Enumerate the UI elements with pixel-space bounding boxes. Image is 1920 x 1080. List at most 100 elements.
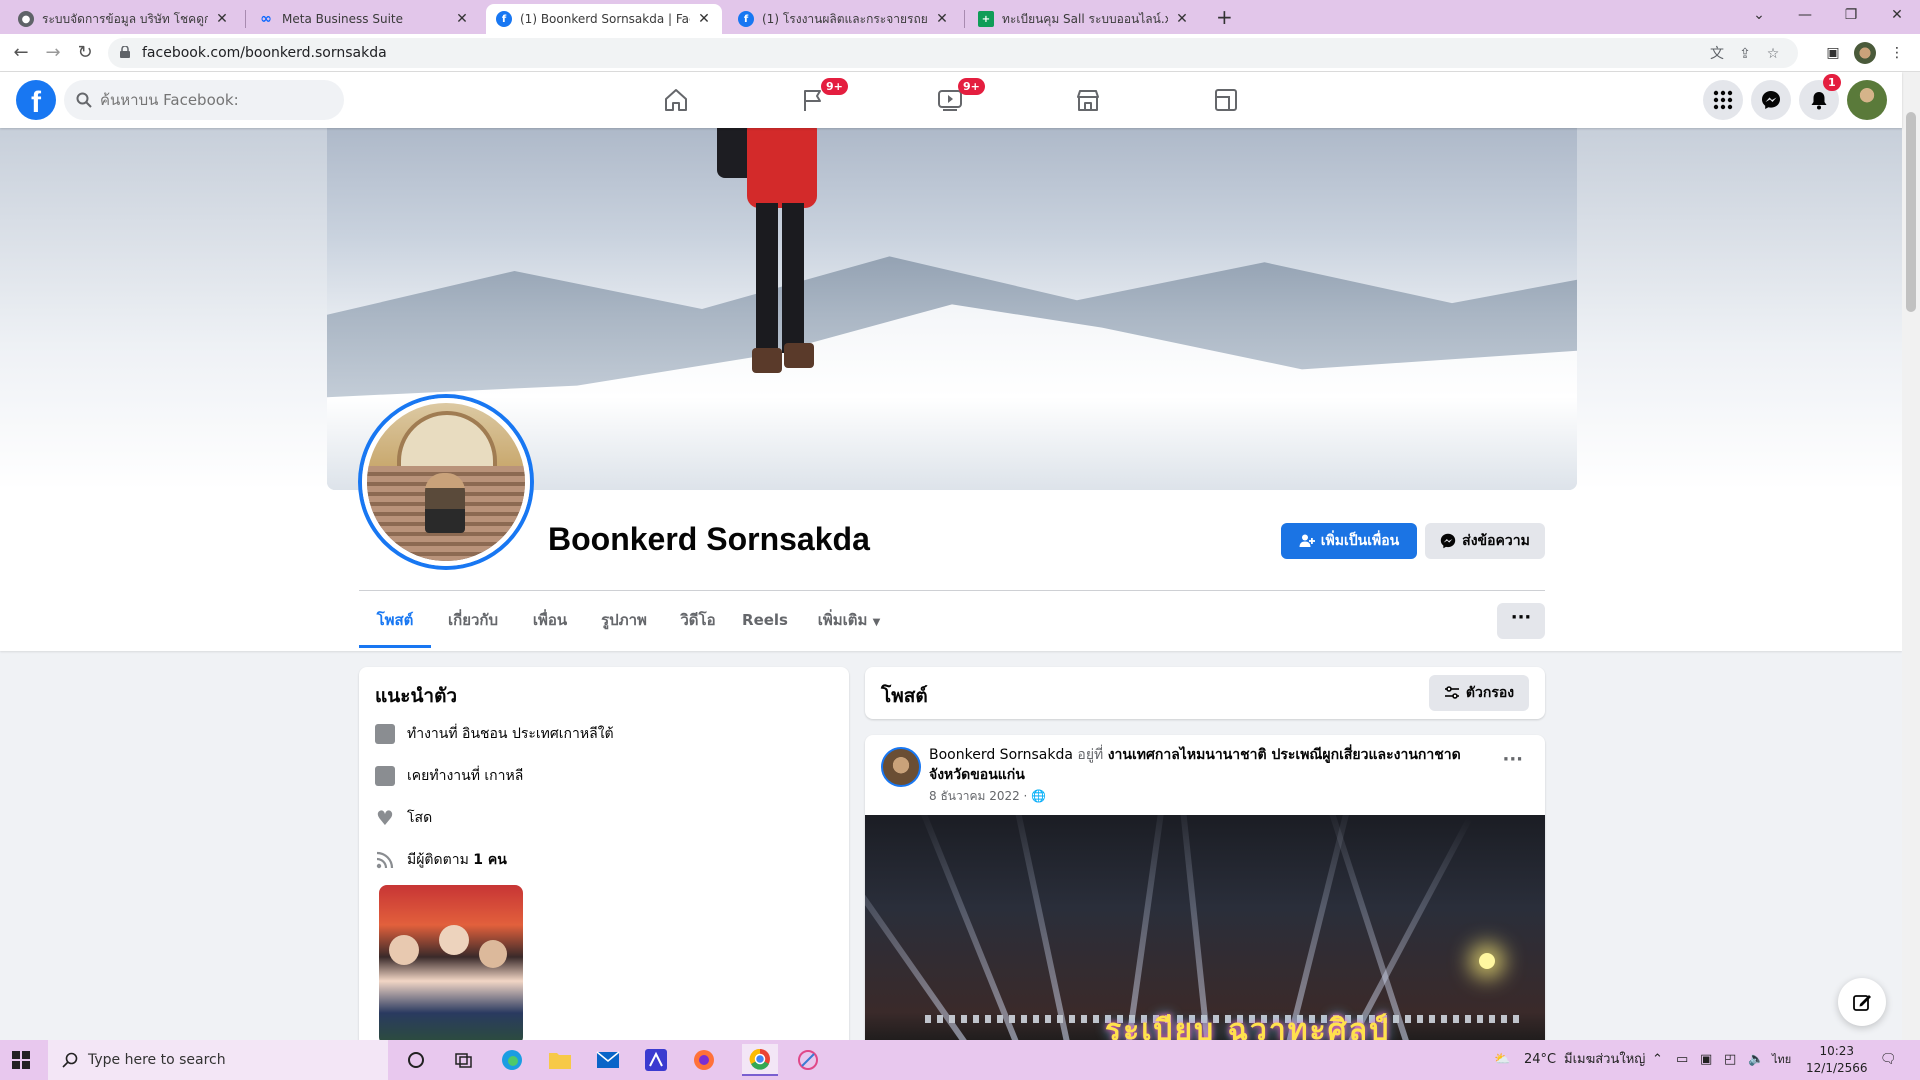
close-tab-icon[interactable]: ✕ bbox=[696, 11, 712, 27]
browser-tab[interactable]: + ทะเบียนคุม Sall ระบบออนไลน์.xlsx - G ✕ bbox=[968, 4, 1200, 34]
nav-home[interactable] bbox=[620, 72, 732, 128]
minimize-button[interactable]: — bbox=[1782, 0, 1828, 32]
profile-picture[interactable] bbox=[362, 398, 530, 566]
weather-temp[interactable]: 24°C bbox=[1524, 1040, 1556, 1080]
cortana-icon[interactable] bbox=[398, 1044, 434, 1076]
new-message-button[interactable] bbox=[1838, 978, 1886, 1026]
maximize-button[interactable]: ❐ bbox=[1828, 0, 1874, 32]
messenger-icon bbox=[1762, 91, 1780, 109]
message-button[interactable]: ส่งข้อความ bbox=[1425, 523, 1545, 559]
facebook-logo[interactable]: f bbox=[16, 80, 56, 120]
tab-more[interactable]: เพิ่มเติม ▼ bbox=[806, 592, 892, 648]
app-icon[interactable] bbox=[638, 1044, 674, 1076]
snipping-tool-icon[interactable] bbox=[790, 1044, 826, 1076]
app-tray-icon[interactable]: ▣ bbox=[1700, 1040, 1712, 1080]
sheets-icon: + bbox=[978, 11, 994, 27]
heart-icon: ♥ bbox=[376, 806, 394, 830]
browser-tab[interactable]: ∞ Meta Business Suite ✕ bbox=[248, 4, 480, 34]
facebook-icon: f bbox=[738, 11, 754, 27]
watch-badge: 9+ bbox=[958, 78, 985, 95]
intro-card: แนะนำตัว ทำงานที่ อินชอน ประเทศเกาหลีใต้… bbox=[359, 667, 849, 1057]
post-image[interactable]: ระเบียบ ฉวาทะศิลป์ bbox=[865, 815, 1545, 1047]
close-tab-icon[interactable]: ✕ bbox=[454, 11, 470, 27]
side-panel-icon[interactable]: ▣ bbox=[1822, 42, 1844, 64]
browser-tab[interactable]: f (1) โรงงานผลิตและกระจายรถยนต์ไอนั ✕ bbox=[728, 4, 960, 34]
close-tab-icon[interactable]: ✕ bbox=[1174, 11, 1190, 27]
back-button[interactable]: ← bbox=[8, 40, 34, 66]
nav-gaming[interactable] bbox=[1170, 72, 1282, 128]
network-icon[interactable]: ◰ bbox=[1724, 1040, 1736, 1080]
nav-pages[interactable]: 9+ bbox=[757, 72, 869, 128]
forward-button[interactable]: → bbox=[40, 40, 66, 66]
messenger-button[interactable] bbox=[1751, 80, 1791, 120]
reload-button[interactable]: ↻ bbox=[72, 40, 98, 66]
firefox-icon[interactable] bbox=[686, 1044, 722, 1076]
briefcase-icon bbox=[375, 724, 395, 744]
post-author-name[interactable]: Boonkerd Sornsakda bbox=[929, 747, 1073, 763]
nav-watch[interactable]: 9+ bbox=[894, 72, 1006, 128]
tab-posts[interactable]: โพสต์ bbox=[359, 592, 431, 648]
featured-photo[interactable] bbox=[379, 885, 523, 1045]
address-bar[interactable]: facebook.com/boonkerd.sornsakda 文 ⇪ ☆ bbox=[108, 38, 1798, 68]
nav-marketplace[interactable] bbox=[1032, 72, 1144, 128]
tab-friends[interactable]: เพื่อน bbox=[522, 592, 578, 648]
file-explorer-icon[interactable] bbox=[542, 1044, 578, 1076]
weather-desc[interactable]: มีเมฆส่วนใหญ่ bbox=[1564, 1040, 1645, 1080]
chevron-up-icon[interactable]: ⌃ bbox=[1652, 1040, 1663, 1080]
browser-tab-active[interactable]: f (1) Boonkerd Sornsakda | Faceboo ✕ bbox=[486, 4, 722, 34]
scrollbar-thumb[interactable] bbox=[1906, 112, 1916, 312]
bookmark-star-icon[interactable]: ☆ bbox=[1764, 45, 1782, 63]
browser-tab-strip: ● ระบบจัดการข้อมูล บริษัท โชคดูกลีอต ✕ ∞… bbox=[0, 0, 1920, 34]
page-scrollbar[interactable] bbox=[1902, 72, 1920, 1040]
taskbar-search[interactable]: Type here to search bbox=[48, 1040, 388, 1080]
filter-button[interactable]: ตัวกรอง bbox=[1429, 675, 1529, 711]
profile-avatar-icon[interactable] bbox=[1854, 42, 1876, 64]
close-window-button[interactable]: ✕ bbox=[1874, 0, 1920, 32]
notifications-button[interactable]: 1 bbox=[1799, 74, 1841, 120]
filter-icon bbox=[1444, 686, 1459, 699]
post-date[interactable]: 8 ธันวาคม 2022 · 🌐 bbox=[929, 787, 1046, 806]
translate-icon[interactable]: 文 bbox=[1708, 45, 1726, 63]
meet-now-icon[interactable]: ▭ bbox=[1676, 1040, 1688, 1080]
tab-about[interactable]: เกี่ยวกับ bbox=[440, 592, 506, 648]
volume-icon[interactable]: 🔈 bbox=[1748, 1040, 1764, 1080]
post-card: Boonkerd Sornsakda อยู่ที่ งานเทศกาลไหมน… bbox=[865, 735, 1545, 1055]
notification-center-icon[interactable]: 🗨 bbox=[1880, 1040, 1897, 1080]
input-language[interactable]: ไทย bbox=[1772, 1040, 1791, 1080]
profile-name: Boonkerd Sornsakda bbox=[548, 521, 870, 557]
tab-reels[interactable]: Reels bbox=[740, 592, 790, 648]
menu-button[interactable] bbox=[1703, 80, 1743, 120]
post-author-avatar[interactable] bbox=[881, 747, 921, 787]
intro-item-work: ทำงานที่ อินชอน ประเทศเกาหลีใต้ bbox=[375, 723, 614, 745]
task-view-icon[interactable] bbox=[446, 1044, 482, 1076]
posts-title: โพสต์ bbox=[881, 685, 928, 707]
facebook-search[interactable] bbox=[64, 80, 344, 120]
add-friend-icon bbox=[1299, 534, 1315, 547]
search-input[interactable] bbox=[100, 80, 336, 120]
tab-photos[interactable]: รูปภาพ bbox=[592, 592, 656, 648]
search-icon bbox=[62, 1052, 78, 1068]
add-friend-button[interactable]: เพิ่มเป็นเพื่อน bbox=[1281, 523, 1417, 559]
new-tab-button[interactable]: + bbox=[1216, 5, 1233, 29]
tab-search-icon[interactable]: ⌄ bbox=[1736, 0, 1782, 32]
tab-separator bbox=[245, 10, 246, 28]
edge-icon[interactable] bbox=[494, 1044, 530, 1076]
intro-item-followers[interactable]: มีผู้ติดตาม 1 คน bbox=[375, 849, 507, 871]
close-tab-icon[interactable]: ✕ bbox=[934, 11, 950, 27]
share-icon[interactable]: ⇪ bbox=[1736, 45, 1754, 63]
post-options-icon[interactable]: ··· bbox=[1502, 749, 1523, 770]
close-tab-icon[interactable]: ✕ bbox=[214, 11, 230, 27]
tab-videos[interactable]: วิดีโอ bbox=[672, 592, 724, 648]
post-header: Boonkerd Sornsakda อยู่ที่ งานเทศกาลไหมน… bbox=[929, 747, 1461, 783]
profile-more-button[interactable]: ··· bbox=[1497, 603, 1545, 639]
chrome-icon[interactable] bbox=[742, 1044, 778, 1076]
weather-icon[interactable]: ⛅ bbox=[1494, 1040, 1510, 1080]
account-avatar[interactable] bbox=[1847, 80, 1887, 120]
browser-tab[interactable]: ● ระบบจัดการข้อมูล บริษัท โชคดูกลีอต ✕ bbox=[8, 4, 240, 34]
mail-icon[interactable] bbox=[590, 1044, 626, 1076]
clock[interactable]: 10:23 12/1/2566 bbox=[1806, 1043, 1868, 1077]
windows-start-icon[interactable] bbox=[12, 1051, 30, 1069]
gaming-icon bbox=[1215, 89, 1237, 111]
chrome-menu-icon[interactable]: ⋮ bbox=[1886, 42, 1908, 64]
taskbar: Type here to search ⛅ 24°C มีเมฆส่วนใหญ่… bbox=[0, 1040, 1920, 1080]
